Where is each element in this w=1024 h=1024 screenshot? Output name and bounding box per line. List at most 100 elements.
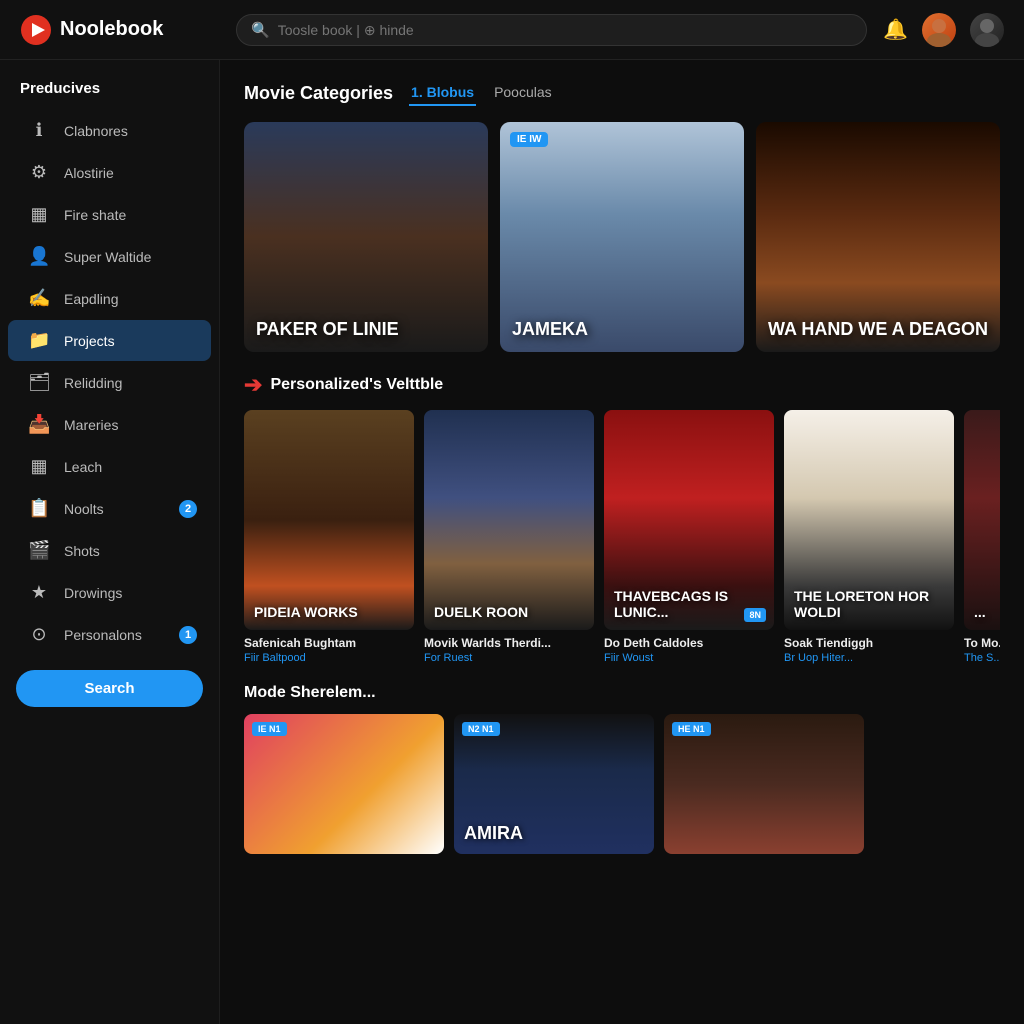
badge-mode-mode-2: N2 N1	[462, 722, 500, 736]
pers-card-do-deth-caldoles[interactable]: Thavebcags is Lunic... 8N Do Deth Caldol…	[604, 410, 774, 664]
personalized-section: ➔ Personalized's Velttble PIDEIA WORKS S…	[244, 372, 1000, 664]
sidebar-label-shots: Shots	[64, 543, 100, 559]
card-sub-soak-tiendiggh: Br Uop Hiter...	[784, 652, 954, 664]
header-right: 🔔	[883, 13, 1004, 47]
movie-title-wa-hand-we-a-deagon: WA HAND WE A DEAGON	[768, 319, 988, 340]
badge-noolts: 2	[179, 500, 197, 518]
badge-mode-mode-3: HE N1	[672, 722, 711, 736]
search-icon: 🔍	[251, 21, 270, 39]
mode-cards-row: IE N1 N2 N1 AMIRA HE N1	[244, 714, 1000, 854]
mode-title-mode-2: AMIRA	[464, 823, 644, 844]
featured-movie-jameka[interactable]: IE IW JAMEKA	[500, 122, 744, 352]
poster-title-soak-tiendiggh: THE LORETON HOR WOLDI	[784, 410, 954, 630]
sidebar-item-alostirie[interactable]: ⚙ Alostirie	[8, 152, 211, 193]
sidebar-icon-clabnores: ℹ	[28, 120, 50, 141]
search-bar[interactable]: 🔍	[236, 14, 867, 46]
logo-icon	[20, 14, 52, 46]
sidebar-label-noolts: Noolts	[64, 501, 104, 517]
body-layout: Preducives ℹ Clabnores ⚙ Alostirie ▦ Fir…	[0, 60, 1024, 1024]
search-input[interactable]	[278, 22, 852, 38]
poster-safenicah-bughtam: PIDEIA WORKS	[244, 410, 414, 630]
pers-card-to-mo[interactable]: ... To Mo... The S...	[964, 410, 1000, 664]
sidebar: Preducives ℹ Clabnores ⚙ Alostirie ▦ Fir…	[0, 60, 220, 1024]
poster-title-safenicah-bughtam: PIDEIA WORKS	[244, 410, 414, 630]
card-name-do-deth-caldoles: Do Deth Caldoles	[604, 636, 774, 652]
sidebar-item-leach[interactable]: ▦ Leach	[8, 446, 211, 487]
sidebar-icon-fireshate: ▦	[28, 204, 50, 225]
sidebar-item-shots[interactable]: 🎬 Shots	[8, 530, 211, 571]
sidebar-label-leach: Leach	[64, 459, 102, 475]
sidebar-icon-drowings: ★	[28, 582, 50, 603]
mode-section: Mode Sherelem... IE N1 N2 N1 AMIRA HE N1	[244, 684, 1000, 854]
poster-movik-warlds-therdi: DUELK ROON	[424, 410, 594, 630]
logo-area: Noolebook	[20, 14, 220, 46]
poster-title-to-mo: ...	[964, 410, 1000, 630]
personalized-title: ➔ Personalized's Velttble	[244, 372, 1000, 398]
categories-header: Movie Categories 1. Blobus Pooculas	[244, 80, 1000, 106]
sidebar-item-clabnores[interactable]: ℹ Clabnores	[8, 110, 211, 151]
sidebar-item-projects[interactable]: 📁 Projects	[8, 320, 211, 361]
card-name-soak-tiendiggh: Soak Tiendiggh	[784, 636, 954, 652]
card-name-to-mo: To Mo...	[964, 636, 1000, 652]
avatar-primary[interactable]	[922, 13, 956, 47]
badge-new-jameka: IE IW	[510, 132, 548, 147]
sidebar-label-fireshate: Fire shate	[64, 207, 126, 223]
sidebar-item-noolts[interactable]: 📋 Noolts 2	[8, 488, 211, 529]
sidebar-icon-alostirie: ⚙	[28, 162, 50, 183]
sidebar-item-fireshate[interactable]: ▦ Fire shate	[8, 194, 211, 235]
sidebar-icon-projects: 📁	[28, 330, 50, 351]
mode-card-mode-3[interactable]: HE N1	[664, 714, 864, 854]
badge-do-deth-caldoles: 8N	[744, 608, 766, 622]
poster-to-mo: ...	[964, 410, 1000, 630]
sidebar-icon-relidding: 🗂	[28, 372, 50, 393]
sidebar-icon-eapdling: ✍	[28, 288, 50, 309]
avatar-secondary[interactable]	[970, 13, 1004, 47]
sidebar-label-eapdling: Eapdling	[64, 291, 119, 307]
featured-movie-wa-hand-we-a-deagon[interactable]: WA HAND WE A DEAGON	[756, 122, 1000, 352]
sidebar-item-super-waltide[interactable]: 👤 Super Waltide	[8, 236, 211, 277]
featured-movies-row: PAKER of LINIE IE IW JAMEKA WA HAND WE A…	[244, 122, 1000, 352]
sidebar-label-clabnores: Clabnores	[64, 123, 128, 139]
pers-card-soak-tiendiggh[interactable]: THE LORETON HOR WOLDI Soak Tiendiggh Br …	[784, 410, 954, 664]
movie-title-jameka: JAMEKA	[512, 319, 732, 340]
featured-movie-paker-of-linie[interactable]: PAKER of LINIE	[244, 122, 488, 352]
bell-icon[interactable]: 🔔	[883, 17, 908, 42]
sidebar-label-personalons: Personalons	[64, 627, 142, 643]
poster-title-movik-warlds-therdi: DUELK ROON	[424, 410, 594, 630]
sidebar-label-super-waltide: Super Waltide	[64, 249, 151, 265]
sidebar-item-drowings[interactable]: ★ Drowings	[8, 572, 211, 613]
sidebar-icon-leach: ▦	[28, 456, 50, 477]
sidebar-label-relidding: Relidding	[64, 375, 122, 391]
sidebar-item-relidding[interactable]: 🗂 Relidding	[8, 362, 211, 403]
sidebar-item-mareries[interactable]: 📥 Mareries	[8, 404, 211, 445]
sidebar-icon-noolts: 📋	[28, 498, 50, 519]
card-sub-to-mo: The S...	[964, 652, 1000, 664]
sidebar-item-eapdling[interactable]: ✍ Eapdling	[8, 278, 211, 319]
tab-blobus[interactable]: 1. Blobus	[409, 80, 476, 106]
badge-personalons: 1	[179, 626, 197, 644]
pers-card-movik-warlds-therdi[interactable]: DUELK ROON Movik Warlds Therdi... For Ru…	[424, 410, 594, 664]
tab-pooculas[interactable]: Pooculas	[492, 80, 554, 106]
card-sub-movik-warlds-therdi: For Ruest	[424, 652, 594, 664]
poster-title-do-deth-caldoles: Thavebcags is Lunic...	[604, 410, 774, 630]
movie-title-paker-of-linie: PAKER of LINIE	[256, 319, 476, 340]
sidebar-label-alostirie: Alostirie	[64, 165, 114, 181]
sidebar-icon-super-waltide: 👤	[28, 246, 50, 267]
mode-card-mode-2[interactable]: N2 N1 AMIRA	[454, 714, 654, 854]
pers-card-safenicah-bughtam[interactable]: PIDEIA WORKS Safenicah Bughtam Fiir Balt…	[244, 410, 414, 664]
sidebar-item-personalons[interactable]: ⊙ Personalons 1	[8, 614, 211, 655]
mode-card-mode-1[interactable]: IE N1	[244, 714, 444, 854]
sidebar-label-drowings: Drowings	[64, 585, 122, 601]
badge-mode-mode-1: IE N1	[252, 722, 287, 736]
sidebar-icon-mareries: 📥	[28, 414, 50, 435]
sidebar-icon-shots: 🎬	[28, 540, 50, 561]
main-content: Movie Categories 1. Blobus Pooculas PAKER…	[220, 60, 1024, 1024]
card-sub-safenicah-bughtam: Fiir Baltpood	[244, 652, 414, 664]
card-name-safenicah-bughtam: Safenicah Bughtam	[244, 636, 414, 652]
categories-title: Movie Categories	[244, 83, 393, 104]
poster-soak-tiendiggh: THE LORETON HOR WOLDI	[784, 410, 954, 630]
sidebar-section-title: Preducives	[0, 76, 219, 109]
sidebar-search-button[interactable]: Search	[16, 670, 203, 707]
app-name: Noolebook	[60, 18, 163, 41]
card-sub-do-deth-caldoles: Fiir Woust	[604, 652, 774, 664]
